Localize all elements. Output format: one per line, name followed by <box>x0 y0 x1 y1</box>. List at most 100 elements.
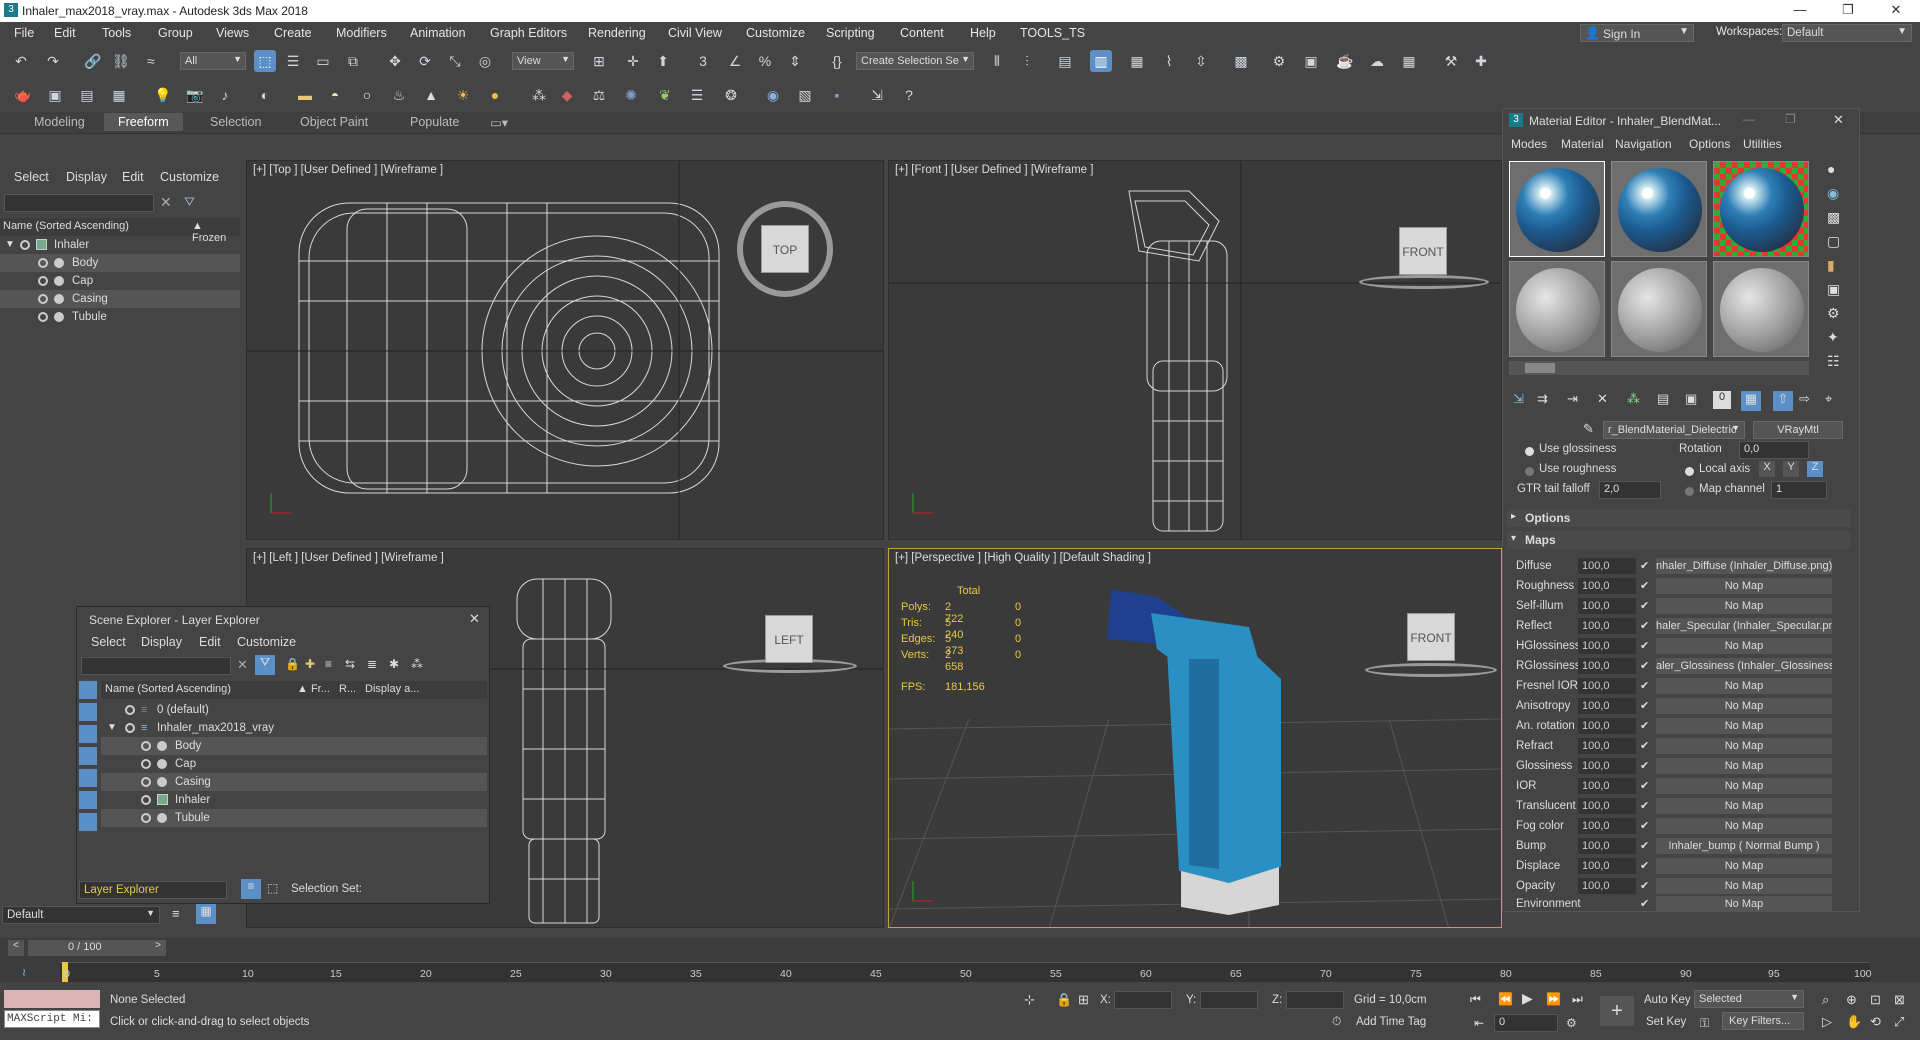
z-coordinate-field[interactable] <box>1286 991 1344 1009</box>
eye-icon[interactable] <box>38 312 48 322</box>
map-row-bump[interactable]: Bump 100,0 ✔ Inhaler_bump ( Normal Bump ) <box>1508 838 1838 856</box>
check-icon[interactable]: ✔ <box>1640 799 1654 813</box>
map-channel-radio[interactable] <box>1685 487 1694 496</box>
menu-modifiers[interactable]: Modifiers <box>336 26 387 40</box>
key-filters-button[interactable]: Key Filters... <box>1722 1012 1804 1030</box>
se-col-name[interactable]: Name (Sorted Ascending) <box>3 220 129 232</box>
me-menu-modes[interactable]: Modes <box>1511 137 1547 151</box>
axis-y-button[interactable]: Y <box>1783 461 1799 477</box>
check-icon[interactable]: ✔ <box>1640 839 1654 853</box>
undo-icon[interactable]: ↶ <box>10 50 32 72</box>
map-button[interactable]: No Map <box>1656 738 1832 754</box>
set-key-button[interactable]: Set Key <box>1646 1016 1686 1028</box>
axis-x-button[interactable]: X <box>1759 461 1775 477</box>
vrmesh-icon[interactable]: ✺ <box>620 84 642 106</box>
map-row-displace[interactable]: Displace 100,0 ✔ No Map <box>1508 858 1838 876</box>
uv-tiling-icon[interactable]: ▢ <box>1827 233 1840 250</box>
teapot-icon[interactable]: 🫖 <box>12 84 34 106</box>
next-frame-button[interactable]: > <box>150 940 166 956</box>
map-button[interactable]: No Map <box>1656 896 1832 912</box>
sphere-icon[interactable]: ● <box>484 84 506 106</box>
menu-create[interactable]: Create <box>274 26 312 40</box>
map-row-glossiness[interactable]: Glossiness 100,0 ✔ No Map <box>1508 758 1838 776</box>
explorer-stack-icon[interactable]: ≡ <box>172 906 180 921</box>
zoom-extents-all-icon[interactable]: ⊠ <box>1894 992 1905 1008</box>
object-properties-icon[interactable]: ▪ <box>826 84 848 106</box>
filter-icon[interactable]: ⛛ <box>255 655 275 675</box>
viewcube-top[interactable]: TOP <box>761 225 809 273</box>
me-menu-navigation[interactable]: Navigation <box>1615 137 1672 151</box>
window-crossing-icon[interactable]: ⧉ <box>342 50 364 72</box>
display-lights-icon[interactable] <box>79 725 97 743</box>
eye-icon[interactable] <box>141 759 151 769</box>
eye-icon[interactable] <box>141 795 151 805</box>
viewcube-left[interactable]: LEFT <box>765 615 813 663</box>
edit-named-sel-icon[interactable]: {} <box>826 50 848 72</box>
material-browser-icon[interactable]: ▧ <box>794 84 816 106</box>
spinner-snap-icon[interactable]: ⇕ <box>784 50 806 72</box>
viewcube-ring[interactable] <box>1365 663 1497 677</box>
me-menu-material[interactable]: Material <box>1561 137 1604 151</box>
map-button[interactable]: No Map <box>1656 758 1832 774</box>
map-amount[interactable]: 100,0 <box>1578 698 1636 714</box>
map-button[interactable]: haler_Specular (Inhaler_Specular.png <box>1656 618 1832 634</box>
curve-editor-icon[interactable]: ⌇ <box>1158 50 1180 72</box>
map-amount[interactable]: 100,0 <box>1578 778 1636 794</box>
eye-icon[interactable] <box>125 723 135 733</box>
plane-icon[interactable]: ▬ <box>294 84 316 106</box>
rect-selection-icon[interactable]: ▭ <box>312 50 334 72</box>
environment-sphere-icon[interactable]: ◉ <box>762 84 784 106</box>
assign-material-icon[interactable]: ⇥ <box>1567 391 1578 407</box>
check-icon[interactable]: ✔ <box>1640 859 1654 873</box>
help-icon[interactable]: ? <box>898 84 920 106</box>
map-amount[interactable]: 100,0 <box>1578 658 1636 674</box>
check-icon[interactable]: ✔ <box>1640 739 1654 753</box>
map-row-fresnel-ior[interactable]: Fresnel IOR 100,0 ✔ No Map <box>1508 678 1838 696</box>
clear-search-icon[interactable]: ✕ <box>237 657 248 673</box>
options-icon[interactable]: ⚙ <box>1827 305 1840 322</box>
map-button[interactable]: aler_Glossiness (Inhaler_Glossiness.p <box>1656 658 1832 674</box>
layer-row-tubule[interactable]: Tubule <box>101 809 487 827</box>
map-amount[interactable]: 100,0 <box>1578 818 1636 834</box>
check-icon[interactable]: ✔ <box>1640 699 1654 713</box>
layer-options-icon[interactable]: ⁂ <box>411 657 423 671</box>
check-icon[interactable]: ✔ <box>1640 639 1654 653</box>
show-shaded-icon[interactable]: 0 <box>1713 391 1731 409</box>
map-button[interactable]: No Map <box>1656 698 1832 714</box>
reset-map-icon[interactable]: ✕ <box>1597 391 1608 407</box>
pick-material-icon[interactable]: ⌖ <box>1825 391 1832 407</box>
viewport-perspective[interactable]: [+] [Perspective ] [High Quality ] [Defa… <box>888 548 1502 928</box>
local-axis-radio[interactable] <box>1685 467 1694 476</box>
maximize-button[interactable]: ❐ <box>1785 112 1796 126</box>
tool-a-icon[interactable]: ⚒ <box>1440 50 1462 72</box>
layer-row-casing[interactable]: Casing <box>101 773 487 791</box>
map-row-anisotropy[interactable]: Anisotropy 100,0 ✔ No Map <box>1508 698 1838 716</box>
map-amount[interactable]: 100,0 <box>1578 678 1636 694</box>
le-footer-dropdown[interactable]: Layer Explorer <box>79 881 227 899</box>
selected-dropdown[interactable]: Selected ▼ <box>1694 990 1804 1008</box>
select-by-name-icon[interactable]: ☰ <box>282 50 304 72</box>
make-preview-icon[interactable]: ▣ <box>1827 281 1840 298</box>
next-frame-icon[interactable]: ⏩ <box>1546 992 1561 1006</box>
close-button[interactable]: ✕ <box>1833 112 1844 128</box>
new-layer-icon[interactable]: ✚ <box>305 657 315 671</box>
eye-icon[interactable] <box>38 258 48 268</box>
tree-item-body[interactable]: Body <box>0 254 240 272</box>
snap-toggle-icon[interactable]: 3 <box>692 50 714 72</box>
scatter-icon[interactable]: ❂ <box>720 84 742 106</box>
menu-civil-view[interactable]: Civil View <box>668 26 722 40</box>
map-amount[interactable]: 100,0 <box>1578 798 1636 814</box>
menu-tools-ts[interactable]: TOOLS_TS <box>1020 26 1085 40</box>
menu-graph-editors[interactable]: Graph Editors <box>490 26 567 40</box>
ribbon-tab-freeform[interactable]: Freeform <box>104 113 183 131</box>
le-tab-customize[interactable]: Customize <box>237 635 296 649</box>
export-icon[interactable]: ⇲ <box>866 84 888 106</box>
check-icon[interactable]: ✔ <box>1640 879 1654 893</box>
frame-buffer-icon[interactable]: ▣ <box>44 84 66 106</box>
layer-highlight-icon[interactable]: ✱ <box>389 657 399 671</box>
le-tab-select[interactable]: Select <box>91 635 126 649</box>
expand-icon[interactable]: ▼ <box>107 719 117 737</box>
set-key-big-icon[interactable]: + <box>1600 996 1634 1026</box>
selection-set-icon[interactable]: ⬚ <box>267 881 278 895</box>
check-icon[interactable]: ✔ <box>1640 579 1654 593</box>
